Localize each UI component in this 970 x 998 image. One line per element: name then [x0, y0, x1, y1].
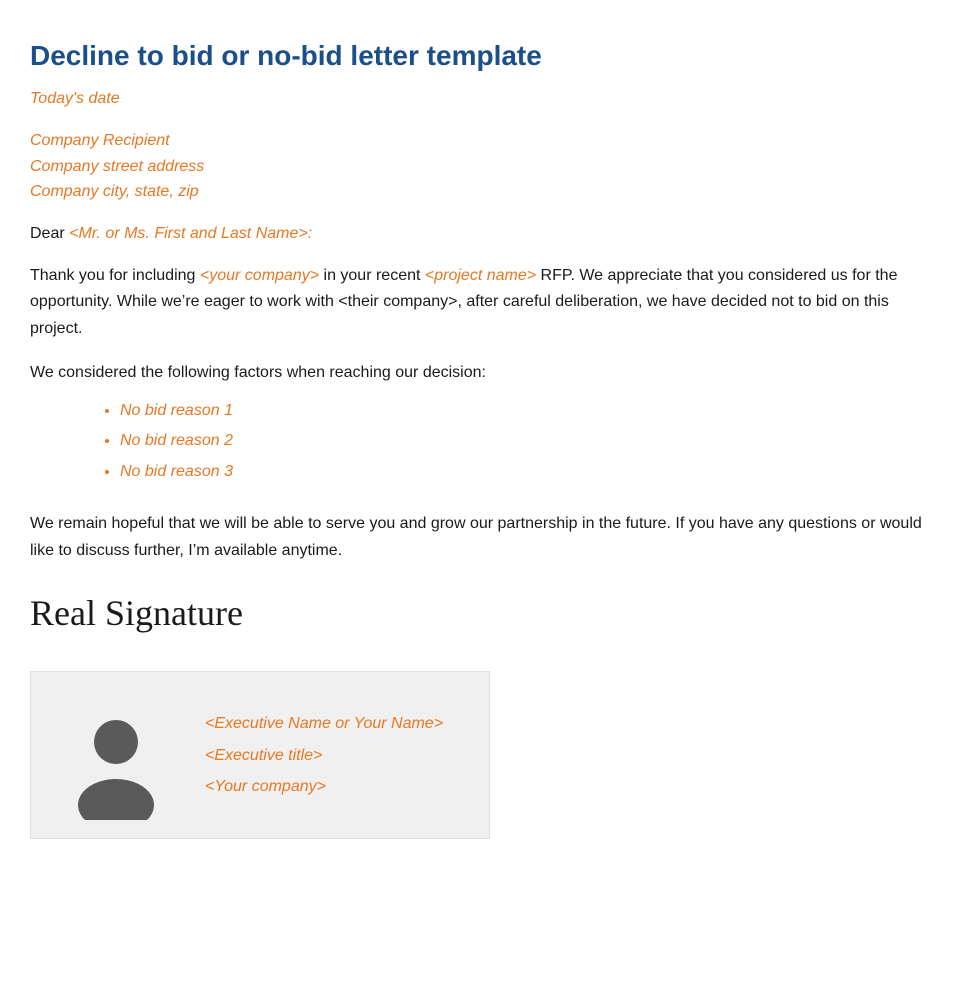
body-paragraph-1: Thank you for including <your company> i… [30, 263, 940, 342]
contact-info: <Executive Name or Your Name> <Executive… [205, 710, 443, 800]
page-title: Decline to bid or no-bid letter template [30, 40, 940, 72]
body1-middle1: in your recent [319, 267, 425, 284]
reasons-list: No bid reason 1 No bid reason 2 No bid r… [30, 396, 940, 487]
signature-area: Real Signature [30, 592, 940, 635]
address-block: Company Recipient Company street address… [30, 128, 940, 205]
company-street: Company street address [30, 154, 940, 180]
contact-company: <Your company> [205, 773, 443, 800]
factors-intro: We considered the following factors when… [30, 364, 940, 382]
salutation-name: <Mr. or Ms. First and Last Name>: [69, 225, 312, 242]
contact-card: <Executive Name or Your Name> <Executive… [30, 671, 490, 839]
company-city: Company city, state, zip [30, 179, 940, 205]
closing-paragraph: We remain hopeful that we will be able t… [30, 511, 940, 564]
reason-item-1: No bid reason 1 [120, 396, 940, 426]
company-recipient: Company Recipient [30, 128, 940, 154]
reason-item-2: No bid reason 2 [120, 426, 940, 456]
body1-before-company: Thank you for including [30, 267, 200, 284]
contact-name: <Executive Name or Your Name> [205, 710, 443, 737]
contact-title: <Executive title> [205, 742, 443, 769]
salutation: Dear <Mr. or Ms. First and Last Name>: [30, 225, 940, 243]
body1-project-name: <project name> [425, 267, 536, 284]
salutation-prefix: Dear [30, 225, 69, 242]
reason-item-3: No bid reason 3 [120, 457, 940, 487]
date-line: Today's date [30, 90, 940, 108]
body1-your-company: <your company> [200, 267, 319, 284]
signature: Real Signature [30, 592, 940, 635]
avatar [51, 690, 181, 820]
